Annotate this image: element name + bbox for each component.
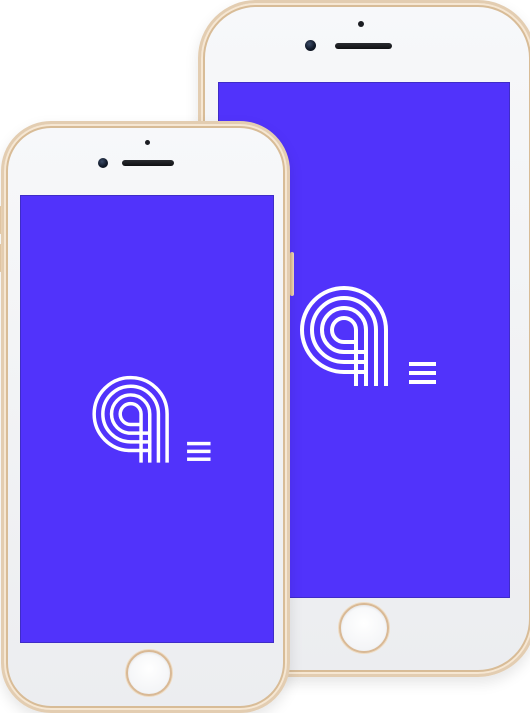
phone-front-volume-up [0,206,2,234]
phone-back-home-button[interactable] [339,603,389,653]
phone-front-screen[interactable] [20,195,274,643]
phone-front-app-logo [82,375,214,465]
phone-front-earpiece-speaker [122,160,174,166]
phone-front-volume-down [0,244,2,272]
phone-front-power-button [290,252,294,296]
phone-front-front-camera [98,158,108,168]
phone-back-earpiece-speaker [335,43,392,49]
phone-back-app-logo [288,286,440,388]
phone-back-front-camera [305,40,316,51]
menu-lines-icon [187,441,211,461]
phone-back-front-sensor [358,21,364,27]
phone-front-front-sensor [145,140,150,145]
phone-front [0,121,294,713]
device-mockup-stage [0,0,530,713]
phone-front-home-button[interactable] [126,650,172,696]
a-monogram-icon [300,286,436,386]
a-monogram-icon [92,375,211,463]
menu-lines-icon [409,362,436,384]
